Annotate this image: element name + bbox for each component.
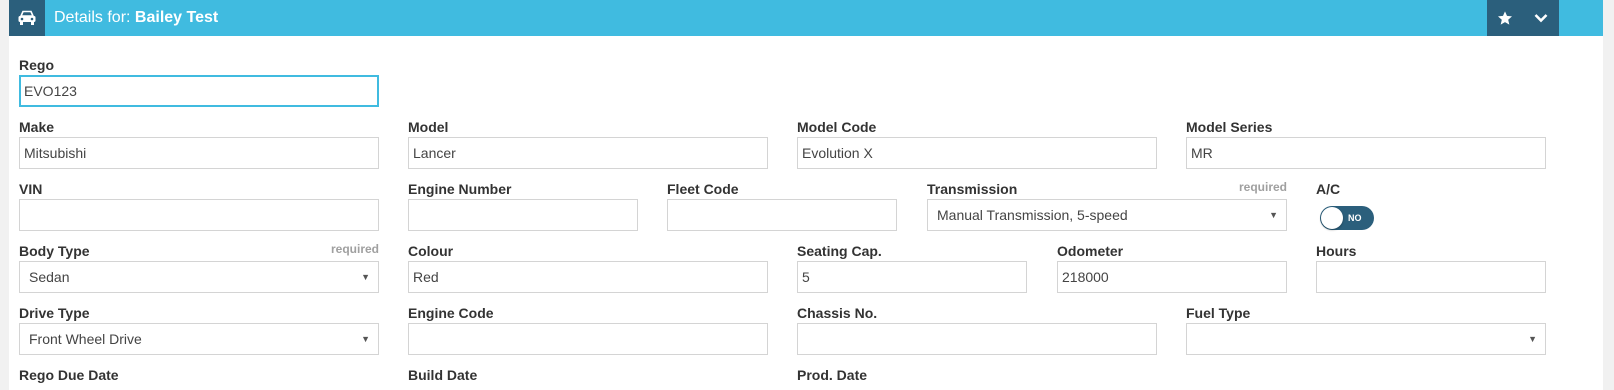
rego-label: Rego	[19, 57, 54, 73]
hours-label: Hours	[1316, 243, 1357, 259]
engine-code-input[interactable]	[408, 323, 768, 355]
dropdown-arrow-icon: ▼	[1528, 334, 1537, 344]
body-type-selected-value: Sedan	[29, 269, 70, 285]
model-series-label: Model Series	[1186, 119, 1273, 135]
prod-date-label: Prod. Date	[797, 367, 868, 383]
fuel-type-select[interactable]: ▼	[1186, 323, 1546, 355]
body-type-select[interactable]: Sedan ▼	[19, 261, 379, 293]
transmission-label: Transmission	[927, 181, 1018, 197]
fleet-code-label: Fleet Code	[667, 181, 739, 197]
transmission-selected-value: Manual Transmission, 5-speed	[937, 207, 1128, 223]
colour-label: Colour	[408, 243, 454, 259]
toggle-knob	[1321, 207, 1343, 229]
model-series-input[interactable]: MR	[1186, 137, 1546, 169]
body-type-required-hint: required	[330, 242, 379, 256]
vehicle-details-panel: Details for: Bailey Test Rego EVO123 Mak…	[9, 0, 1603, 390]
build-date-label: Build Date	[408, 367, 478, 383]
fleet-code-input[interactable]	[667, 199, 897, 231]
transmission-select[interactable]: Manual Transmission, 5-speed ▼	[927, 199, 1287, 231]
star-icon	[1498, 11, 1512, 25]
model-code-label: Model Code	[797, 119, 877, 135]
ac-label: A/C	[1316, 181, 1341, 197]
colour-input[interactable]: Red	[408, 261, 768, 293]
dropdown-arrow-icon: ▼	[361, 272, 370, 282]
hours-input[interactable]	[1316, 261, 1546, 293]
title-prefix: Details for:	[54, 9, 131, 26]
model-code-input[interactable]: Evolution X	[797, 137, 1157, 169]
model-label: Model	[408, 119, 449, 135]
rego-due-date-label: Rego Due Date	[19, 367, 119, 383]
make-label: Make	[19, 119, 55, 135]
chassis-no-label: Chassis No.	[797, 305, 878, 321]
engine-number-label: Engine Number	[408, 181, 512, 197]
make-input[interactable]: Mitsubishi	[19, 137, 379, 169]
chassis-no-input[interactable]	[797, 323, 1157, 355]
odometer-label: Odometer	[1057, 243, 1124, 259]
seating-cap-label: Seating Cap.	[797, 243, 882, 259]
odometer-input[interactable]: 218000	[1057, 261, 1287, 293]
seating-cap-input[interactable]: 5	[797, 261, 1027, 293]
engine-code-label: Engine Code	[408, 305, 494, 321]
ac-toggle[interactable]: NO	[1320, 206, 1374, 230]
ac-toggle-state: NO	[1348, 213, 1362, 223]
rego-input[interactable]: EVO123	[19, 75, 379, 107]
dropdown-arrow-icon: ▼	[1269, 210, 1278, 220]
dropdown-arrow-icon: ▼	[361, 334, 370, 344]
drive-type-select[interactable]: Front Wheel Drive ▼	[19, 323, 379, 355]
fuel-type-label: Fuel Type	[1186, 305, 1251, 321]
vin-input[interactable]	[19, 199, 379, 231]
drive-type-label: Drive Type	[19, 305, 90, 321]
drive-type-selected-value: Front Wheel Drive	[29, 331, 142, 347]
chevron-down-icon	[1534, 14, 1548, 23]
vin-label: VIN	[19, 181, 43, 197]
model-input[interactable]: Lancer	[408, 137, 768, 169]
favorite-button[interactable]	[1487, 0, 1523, 36]
body-type-label: Body Type	[19, 243, 90, 259]
collapse-button[interactable]	[1523, 0, 1559, 36]
panel-title: Details for: Bailey Test	[54, 0, 218, 36]
title-customer-name: Bailey Test	[134, 9, 219, 26]
transmission-required-hint: required	[1238, 180, 1287, 194]
car-icon	[9, 0, 45, 36]
engine-number-input[interactable]	[408, 199, 638, 231]
panel-header: Details for: Bailey Test	[9, 0, 1603, 36]
